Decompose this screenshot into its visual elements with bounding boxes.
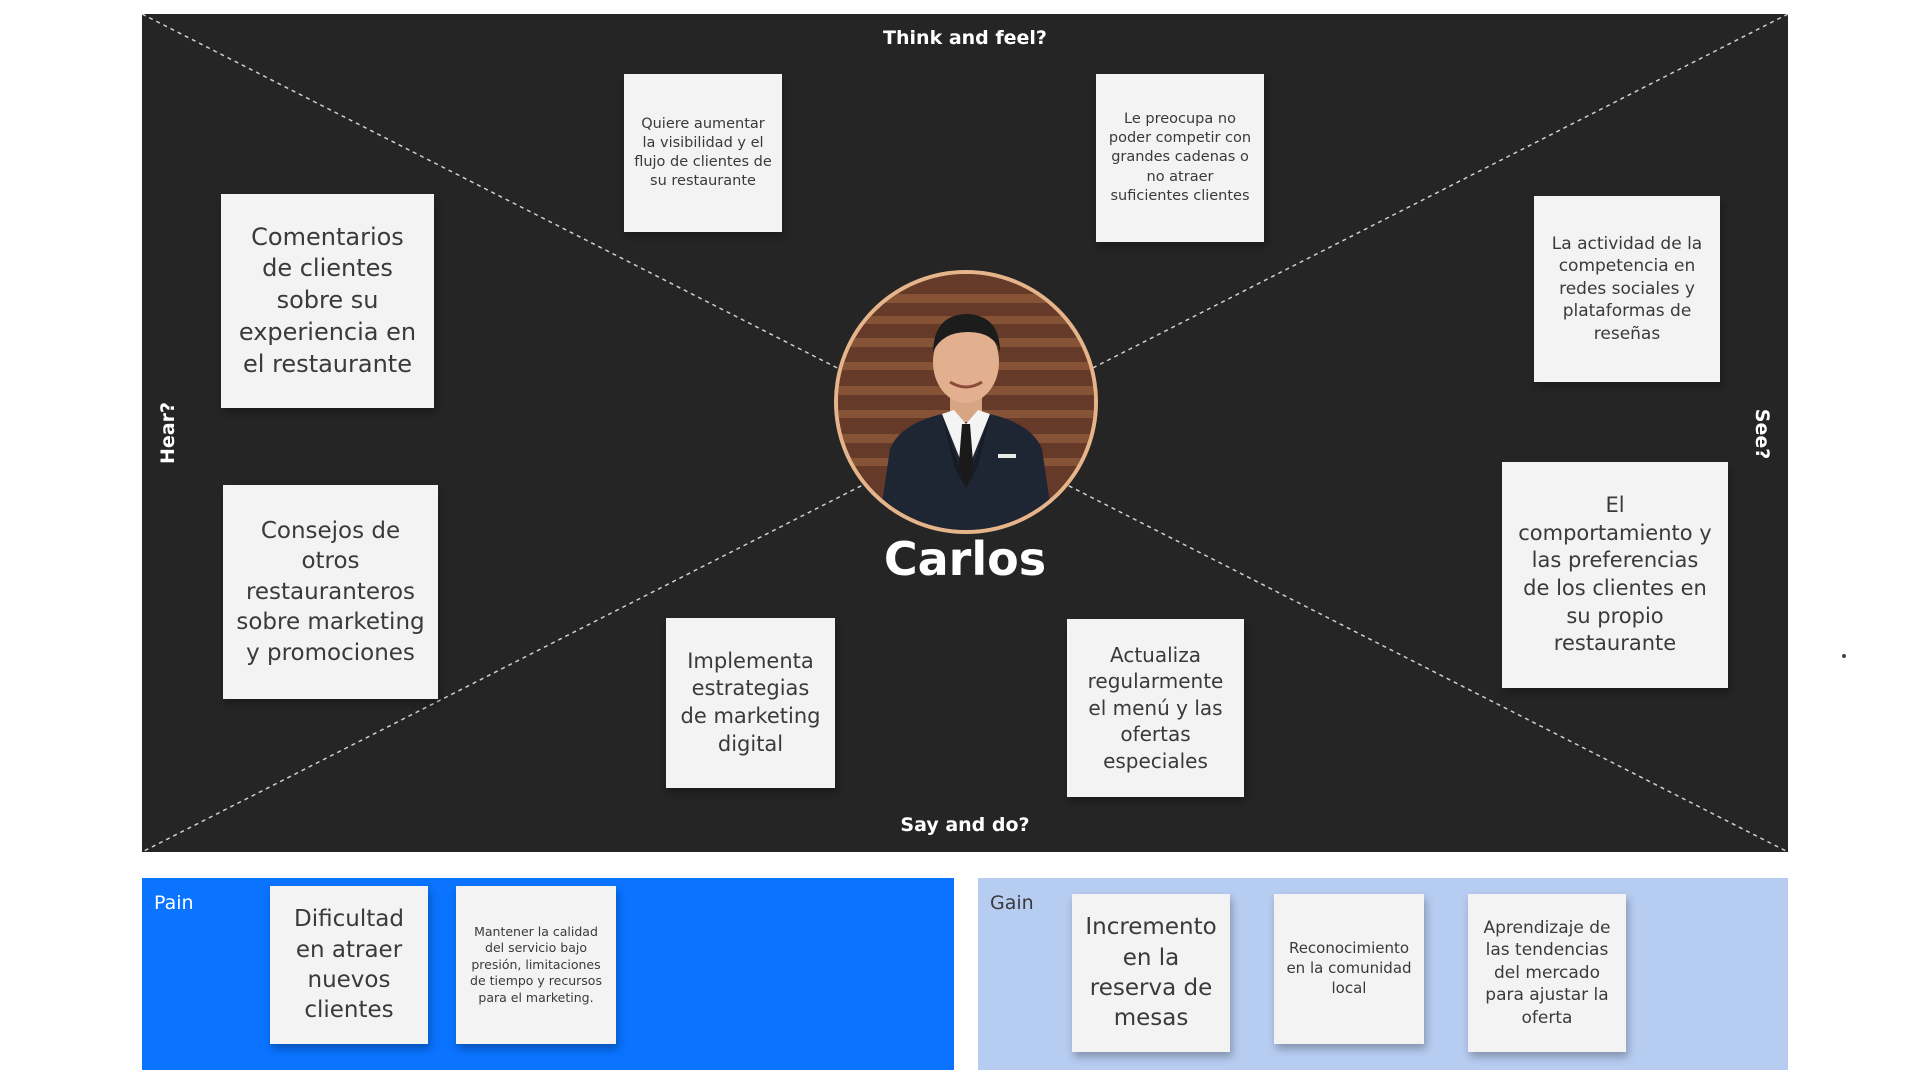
pain-note-2[interactable]: Mantener la calidad del servicio bajo pr…	[456, 886, 616, 1044]
gain-note-2[interactable]: Reconocimiento en la comunidad local	[1274, 894, 1424, 1044]
quadrant-label-think-feel: Think and feel?	[883, 27, 1047, 49]
gain-note-1[interactable]: Incremento en la reserva de mesas	[1072, 894, 1230, 1052]
gain-note-3[interactable]: Aprendizaje de las tendencias del mercad…	[1468, 894, 1626, 1052]
sticky-note-hear-1[interactable]: Comentarios de clientes sobre su experie…	[221, 194, 434, 408]
sticky-note-see-1[interactable]: La actividad de la competencia en redes …	[1534, 196, 1720, 382]
quadrant-label-say-do: Say and do?	[900, 814, 1030, 836]
pain-label: Pain	[154, 892, 194, 914]
gain-label: Gain	[990, 892, 1034, 914]
sticky-note-think-1[interactable]: Quiere aumentar la visibilidad y el fluj…	[624, 74, 782, 232]
quadrant-label-see: See?	[1751, 408, 1773, 460]
pain-note-1[interactable]: Dificultad en atraer nuevos clientes	[270, 886, 428, 1044]
quadrant-label-hear: Hear?	[157, 401, 179, 465]
sticky-note-think-2[interactable]: Le preocupa no poder competir con grande…	[1096, 74, 1264, 242]
persona-avatar	[834, 270, 1098, 534]
persona-photo	[838, 274, 1094, 530]
sticky-note-say-1[interactable]: Implementa estrategias de marketing digi…	[666, 618, 835, 788]
gain-area: Gain Incremento en la reserva de mesas R…	[978, 878, 1788, 1070]
sticky-note-say-2[interactable]: Actualiza regularmente el menú y las ofe…	[1067, 619, 1244, 797]
persona-name: Carlos	[883, 532, 1047, 586]
sticky-note-see-2[interactable]: El comportamiento y las preferencias de …	[1502, 462, 1728, 688]
sticky-note-hear-2[interactable]: Consejos de otros restauranteros sobre m…	[223, 485, 438, 699]
canvas-dot	[1842, 654, 1846, 658]
pain-area: Pain Dificultad en atraer nuevos cliente…	[142, 878, 954, 1070]
